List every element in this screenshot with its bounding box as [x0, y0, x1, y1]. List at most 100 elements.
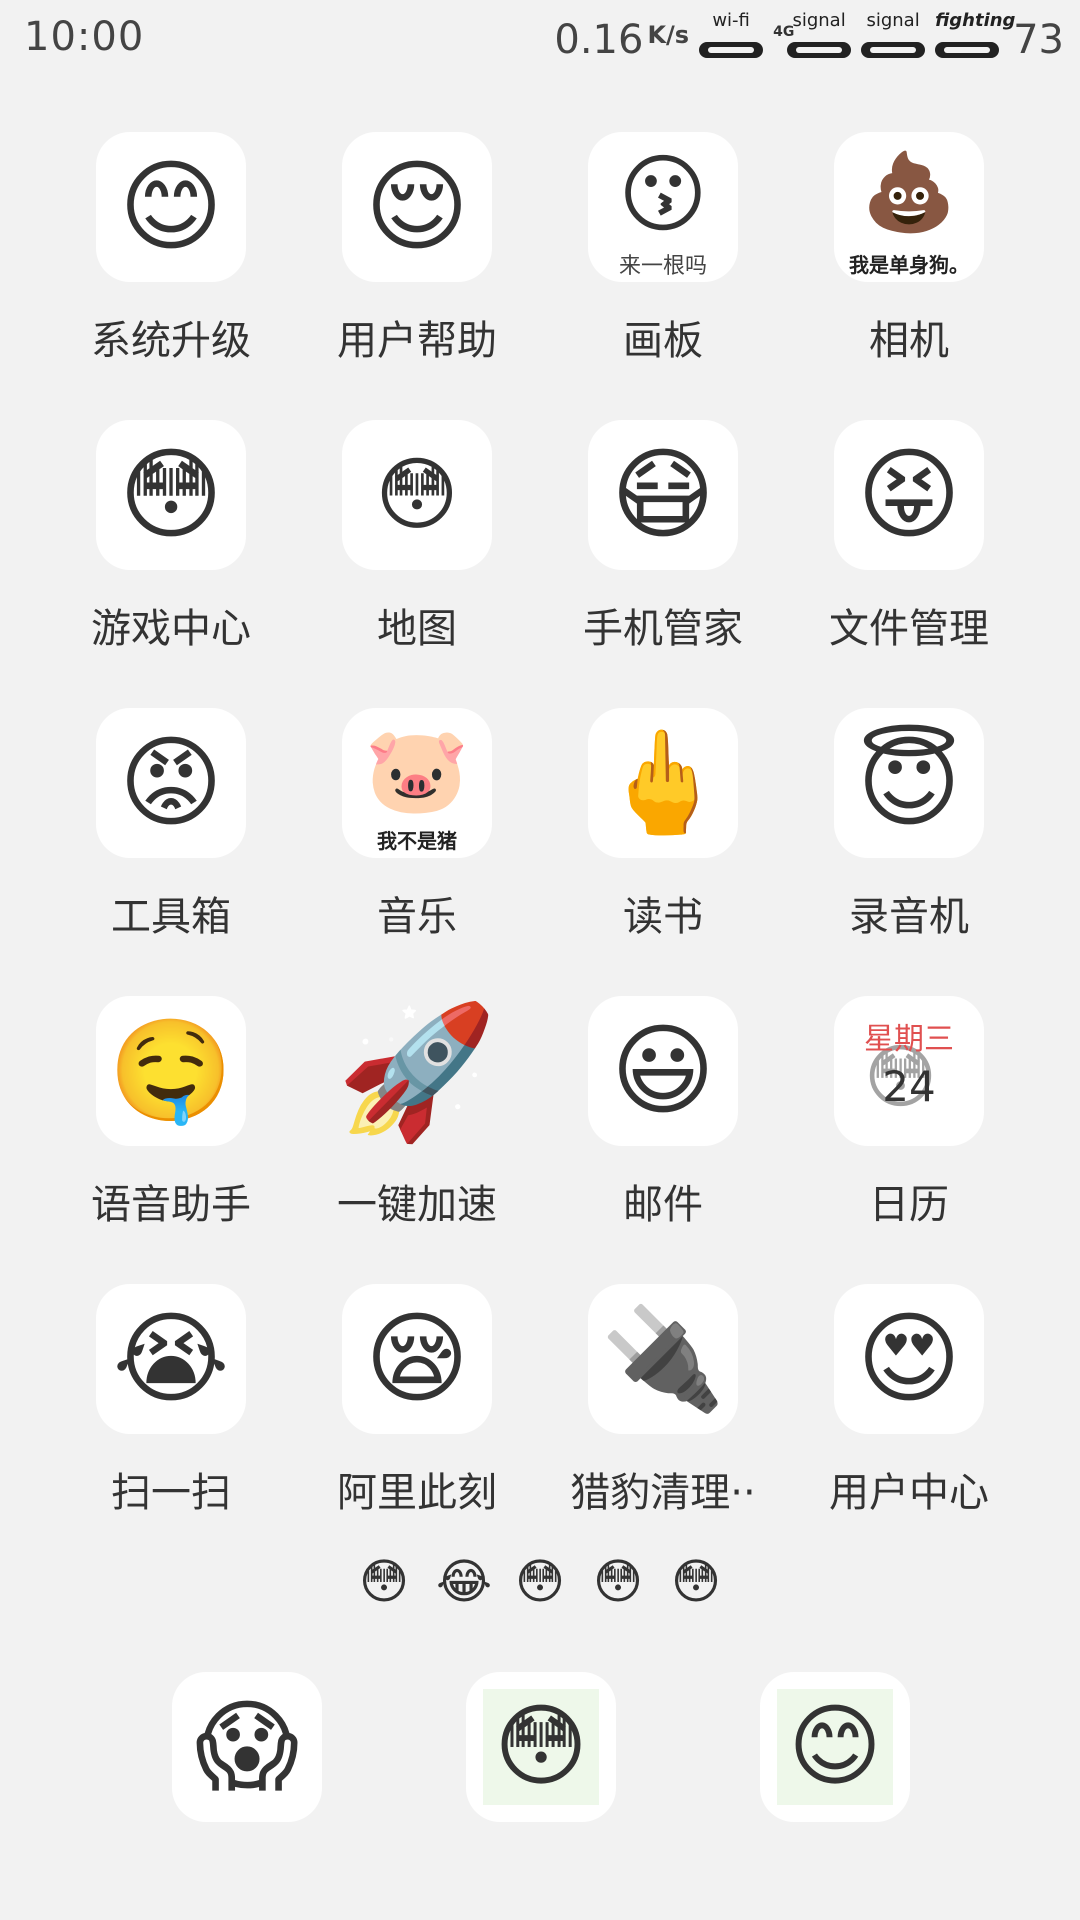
- app-cleaner[interactable]: 🔌 猎豹清理··: [540, 1284, 786, 1572]
- app-speed-boost[interactable]: 🚀 一键加速: [294, 996, 540, 1284]
- app-label: 扫一扫: [111, 1470, 231, 1516]
- signal-icon: signal: [861, 10, 926, 70]
- wifi-bar: [699, 42, 764, 58]
- app-phone-manager[interactable]: 😷 手机管家: [540, 420, 786, 708]
- app-label: 猎豹清理··: [570, 1470, 756, 1516]
- app-label: 相机: [869, 318, 949, 364]
- app-icon[interactable]: 💩 我是单身狗。: [834, 132, 984, 282]
- app-row: 😭 扫一扫 😪 阿里此刻 🔌 猎豹清理·· 😍 用户中心: [0, 1284, 1080, 1572]
- app-label: 工具箱: [111, 894, 231, 940]
- app-label: 读书: [623, 894, 703, 940]
- halo-face-icon: 😇: [856, 724, 962, 841]
- status-time: 10:00: [24, 14, 145, 60]
- dock-icon-bg: 😳: [483, 1689, 599, 1805]
- dock: 😱 😳 😊: [0, 1672, 1080, 1822]
- page-dot-icon[interactable]: 😳: [514, 1558, 566, 1606]
- app-label: 阿里此刻: [337, 1470, 497, 1516]
- app-label: 音乐: [377, 894, 457, 940]
- rocket-icon: 🚀: [342, 996, 492, 1146]
- app-icon[interactable]: 😇: [834, 708, 984, 858]
- app-icon[interactable]: 😌: [342, 132, 492, 282]
- app-icon[interactable]: 😗 来一根吗: [588, 132, 738, 282]
- app-icon[interactable]: 🐷 我不是猪: [342, 708, 492, 858]
- app-camera[interactable]: 💩 我是单身狗。 相机: [786, 132, 1032, 420]
- app-icon[interactable]: 🚀: [342, 996, 492, 1146]
- app-toolbox[interactable]: 😡 工具箱: [48, 708, 294, 996]
- app-user-center[interactable]: 😍 用户中心: [786, 1284, 1032, 1572]
- dock-app-3[interactable]: 😊: [760, 1672, 910, 1822]
- icon-caption: 来一根吗: [618, 254, 707, 279]
- app-calendar[interactable]: 😳 星期三 24 日历: [786, 996, 1032, 1284]
- app-label: 用户帮助: [337, 318, 497, 364]
- app-file-manager[interactable]: 😝 文件管理: [786, 420, 1032, 708]
- thinking-face-icon: 😳: [375, 448, 459, 541]
- network-speed-unit: K/s: [647, 21, 690, 49]
- app-label: 录音机: [849, 894, 969, 940]
- app-row: 😊 系统升级 😌 用户帮助 😗 来一根吗 画板 💩 我是单身狗。 相机: [0, 132, 1080, 420]
- app-icon[interactable]: 😍: [834, 1284, 984, 1434]
- icon-caption: 我是单身狗。: [849, 253, 969, 277]
- network-speed-value: 0.16: [554, 17, 644, 63]
- app-user-help[interactable]: 😌 用户帮助: [294, 132, 540, 420]
- app-recorder[interactable]: 😇 录音机: [786, 708, 1032, 996]
- icon-caption: 我不是猪: [377, 829, 457, 853]
- signal-label: signal: [792, 10, 846, 31]
- app-icon[interactable]: 😃: [588, 996, 738, 1146]
- smiling-face-icon: 😊: [118, 148, 224, 265]
- app-row: 🤤 语音助手 🚀 一键加速 😃 邮件 😳 星期三 24 日历: [0, 996, 1080, 1284]
- app-icon[interactable]: 😪: [342, 1284, 492, 1434]
- app-label: 地图: [377, 606, 457, 652]
- signal-bar-2: [861, 42, 926, 58]
- app-reading[interactable]: 🖕 读书: [540, 708, 786, 996]
- pig-face-icon: 🐷: [364, 721, 470, 819]
- app-label: 一键加速: [337, 1182, 497, 1228]
- screaming-face-icon: 😱: [194, 1688, 300, 1805]
- app-mail[interactable]: 😃 邮件: [540, 996, 786, 1284]
- network-speed: 0.16 K/s: [554, 17, 689, 63]
- app-music[interactable]: 🐷 我不是猪 音乐: [294, 708, 540, 996]
- calendar-weekday: 星期三: [864, 1022, 954, 1057]
- flushed-face-icon: 😳: [118, 436, 224, 553]
- app-icon[interactable]: 😳 星期三 24: [834, 996, 984, 1146]
- app-label: 系统升级: [91, 318, 251, 364]
- app-icon[interactable]: 😭: [96, 1284, 246, 1434]
- smiling-face-icon: 😊: [788, 1694, 882, 1799]
- app-icon[interactable]: 😊: [96, 132, 246, 282]
- app-icon[interactable]: 😝: [834, 420, 984, 570]
- page-indicator[interactable]: 😳 😂 😳 😳 😳: [0, 1558, 1080, 1606]
- poop-icon: 💩: [861, 147, 957, 236]
- grinning-face-icon: 😃: [610, 1012, 716, 1129]
- app-icon[interactable]: 😷: [588, 420, 738, 570]
- dock-app-2[interactable]: 😳: [466, 1672, 616, 1822]
- fire-eyes-face-icon: 😳: [494, 1694, 588, 1799]
- app-map[interactable]: 😳 地图: [294, 420, 540, 708]
- kissing-face-icon: 😗: [618, 145, 708, 245]
- app-icon[interactable]: 🔌: [588, 1284, 738, 1434]
- page-dot-icon[interactable]: 😳: [358, 1558, 410, 1606]
- dock-app-1[interactable]: 😱: [172, 1672, 322, 1822]
- battery-icon: fighting: [935, 10, 1015, 70]
- app-icon[interactable]: 🤤: [96, 996, 246, 1146]
- page-dot-icon[interactable]: 😳: [670, 1558, 722, 1606]
- cellular-signal-icon: 4G signal: [773, 10, 852, 70]
- signal-label-2: signal: [866, 10, 920, 31]
- app-label: 画板: [623, 318, 703, 364]
- plug-icon: 🔌: [600, 1300, 726, 1417]
- app-icon[interactable]: 🖕: [588, 708, 738, 858]
- app-ali-moment[interactable]: 😪 阿里此刻: [294, 1284, 540, 1572]
- app-icon[interactable]: 😳: [96, 420, 246, 570]
- battery-bar: [935, 42, 1000, 58]
- app-label: 文件管理: [829, 606, 989, 652]
- wifi-icon: wi-fi: [699, 10, 764, 70]
- dock-icon-bg: 😊: [777, 1689, 893, 1805]
- app-label: 邮件: [623, 1182, 703, 1228]
- app-icon[interactable]: 😡: [96, 708, 246, 858]
- app-game-center[interactable]: 😳 游戏中心: [48, 420, 294, 708]
- page-dot-current-icon[interactable]: 😂: [436, 1558, 492, 1606]
- app-scan[interactable]: 😭 扫一扫: [48, 1284, 294, 1572]
- app-voice-assistant[interactable]: 🤤 语音助手: [48, 996, 294, 1284]
- app-icon[interactable]: 😳: [342, 420, 492, 570]
- app-system-update[interactable]: 😊 系统升级: [48, 132, 294, 420]
- app-drawing-board[interactable]: 😗 来一根吗 画板: [540, 132, 786, 420]
- page-dot-icon[interactable]: 😳: [592, 1558, 644, 1606]
